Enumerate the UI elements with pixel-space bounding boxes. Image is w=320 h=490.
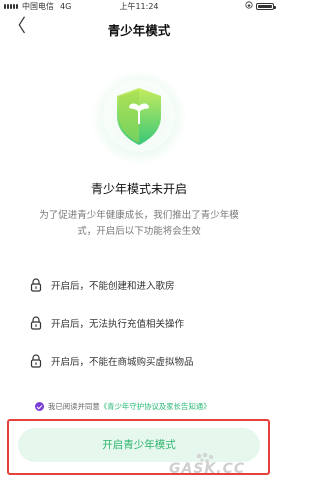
lock-icon (30, 354, 42, 368)
agreement-checkbox[interactable] (35, 402, 44, 411)
mode-status-title: 青少年模式未开启 (90, 182, 187, 196)
agreement-row: 我已阅读并同意 《青少年守护协议及家长告知通》 (35, 401, 211, 412)
restriction-item: 开启后，不能创建和进入歌房 (30, 266, 250, 304)
orientation-lock-icon (245, 1, 253, 11)
shield-leaf-icon (89, 66, 189, 166)
lock-icon (30, 278, 42, 292)
restriction-item: 开启后，无法执行充值相关操作 (30, 304, 250, 342)
agreement-link[interactable]: 《青少年守护协议及家长告知通》 (100, 401, 211, 412)
restriction-item: 开启后，不能在商城购买虚拟物品 (30, 342, 250, 380)
nav-bar: 〈 青少年模式 (0, 14, 278, 44)
restriction-text: 开启后，不能创建和进入歌房 (51, 281, 175, 292)
watermark-logo: GASK.CC (169, 452, 245, 477)
page-title: 青少年模式 (107, 23, 171, 38)
status-right (245, 1, 276, 11)
status-bar: 中国电信 4G 上午11:24 (0, 0, 278, 12)
lock-icon (30, 316, 42, 330)
svg-text:GASK.CC: GASK.CC (169, 461, 245, 477)
restriction-list: 开启后，不能创建和进入歌房 开启后，无法执行充值相关操作 开启后，不能在商城购买… (30, 266, 250, 380)
battery-icon (256, 2, 276, 10)
status-time: 上午11:24 (119, 2, 159, 11)
mode-description: 为了促进青少年健康成长，我们推出了青少年模式，开启后以下功能将会生效 (39, 210, 239, 237)
restriction-text: 开启后，不能在商城购买虚拟物品 (51, 357, 194, 368)
restriction-text: 开启后，无法执行充值相关操作 (51, 319, 185, 330)
agreement-prefix: 我已阅读并同意 (48, 402, 100, 411)
